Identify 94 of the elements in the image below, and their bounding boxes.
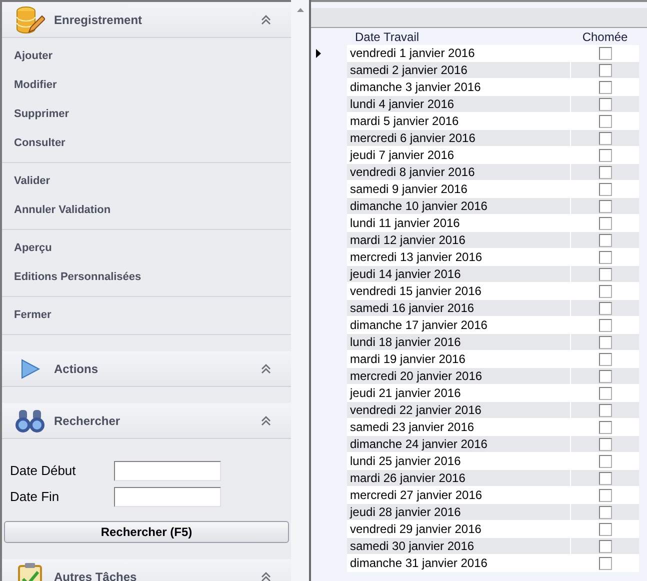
table-cell: dimanche 31 janvier 2016 bbox=[347, 555, 571, 572]
menu-item[interactable]: Consulter bbox=[14, 135, 66, 152]
table-cell: dimanche 3 janvier 2016 bbox=[347, 79, 571, 96]
table-cell: jeudi 14 janvier 2016 bbox=[347, 266, 571, 283]
table-cell: jeudi 7 janvier 2016 bbox=[347, 147, 571, 164]
checkbox[interactable] bbox=[598, 132, 612, 144]
checkbox[interactable] bbox=[598, 148, 612, 162]
field-label: Date Fin bbox=[10, 488, 60, 506]
table-cell: lundi 4 janvier 2016 bbox=[347, 96, 571, 113]
checkbox[interactable] bbox=[598, 302, 612, 314]
collapse-icon[interactable] bbox=[261, 572, 271, 581]
checkbox[interactable] bbox=[598, 488, 612, 502]
checkbox[interactable] bbox=[598, 540, 612, 552]
table-cell: mercredi 6 janvier 2016 bbox=[347, 130, 571, 147]
table-cell: dimanche 17 janvier 2016 bbox=[347, 317, 571, 334]
table-cell: mercredi 20 janvier 2016 bbox=[347, 368, 571, 385]
table-cell: vendredi 8 janvier 2016 bbox=[347, 164, 571, 181]
checkbox[interactable] bbox=[598, 404, 612, 416]
checkbox[interactable] bbox=[598, 522, 612, 536]
section-header[interactable]: Enregistrement bbox=[2, 2, 291, 38]
checkbox[interactable] bbox=[598, 268, 612, 280]
table-cell: mercredi 27 janvier 2016 bbox=[347, 487, 571, 504]
table-cell: samedi 16 janvier 2016 bbox=[347, 300, 571, 317]
checkbox[interactable] bbox=[598, 114, 612, 128]
table-cell: lundi 25 janvier 2016 bbox=[347, 453, 571, 470]
checkbox[interactable] bbox=[598, 420, 612, 434]
section-header[interactable]: Autres Tâches bbox=[2, 559, 291, 581]
checkbox[interactable] bbox=[598, 250, 612, 264]
column-header[interactable]: Chomée bbox=[571, 28, 639, 46]
menu-item[interactable]: Valider bbox=[14, 173, 50, 190]
checkbox[interactable] bbox=[598, 216, 612, 230]
table-cell: samedi 9 janvier 2016 bbox=[347, 181, 571, 198]
database-pencil-icon bbox=[15, 4, 45, 34]
checkbox[interactable] bbox=[598, 98, 612, 110]
table-cell: jeudi 21 janvier 2016 bbox=[347, 385, 571, 402]
table-cell: jeudi 28 janvier 2016 bbox=[347, 504, 571, 521]
table-cell: vendredi 1 janvier 2016 bbox=[347, 45, 571, 62]
collapse-icon[interactable] bbox=[261, 416, 271, 426]
date-input[interactable] bbox=[114, 487, 221, 507]
collapse-icon[interactable] bbox=[261, 14, 271, 24]
table-cell: mardi 12 janvier 2016 bbox=[347, 232, 571, 249]
checkbox[interactable] bbox=[598, 506, 612, 518]
checkbox[interactable] bbox=[598, 64, 612, 76]
table-cell: samedi 30 janvier 2016 bbox=[347, 538, 571, 555]
section-header[interactable]: Actions bbox=[2, 351, 291, 387]
menu-item[interactable]: Aperçu bbox=[14, 240, 52, 257]
menu-item[interactable]: Supprimer bbox=[14, 106, 70, 123]
menu-item[interactable]: Annuler Validation bbox=[14, 202, 111, 219]
scroll-up-icon[interactable] bbox=[296, 8, 304, 12]
date-input[interactable] bbox=[114, 461, 221, 481]
table-cell: vendredi 22 janvier 2016 bbox=[347, 402, 571, 419]
checkbox[interactable] bbox=[598, 318, 612, 332]
table-cell: mercredi 13 janvier 2016 bbox=[347, 249, 571, 266]
search-button[interactable]: Rechercher (F5) bbox=[4, 521, 289, 543]
checkbox[interactable] bbox=[598, 284, 612, 298]
table-cell: lundi 18 janvier 2016 bbox=[347, 334, 571, 351]
table-cell: mardi 5 janvier 2016 bbox=[347, 113, 571, 130]
table-cell: samedi 23 janvier 2016 bbox=[347, 419, 571, 436]
table-cell: dimanche 24 janvier 2016 bbox=[347, 436, 571, 453]
section-title: Autres Tâches bbox=[54, 568, 138, 581]
play-icon bbox=[19, 358, 41, 380]
table-cell: mardi 26 janvier 2016 bbox=[347, 470, 571, 487]
menu-item[interactable]: Modifier bbox=[14, 77, 57, 94]
binoculars-icon bbox=[14, 408, 46, 434]
section-title: Rechercher bbox=[54, 412, 122, 430]
checkbox[interactable] bbox=[598, 200, 612, 212]
checkbox[interactable] bbox=[598, 46, 612, 60]
table-cell: samedi 2 janvier 2016 bbox=[347, 62, 571, 79]
checkbox[interactable] bbox=[598, 352, 612, 366]
checkbox[interactable] bbox=[598, 454, 612, 468]
collapse-icon[interactable] bbox=[261, 364, 271, 374]
section-title: Actions bbox=[54, 360, 100, 378]
menu-item[interactable]: Editions Personnalisées bbox=[14, 269, 142, 286]
checkbox[interactable] bbox=[598, 166, 612, 178]
checkbox[interactable] bbox=[598, 234, 612, 246]
checkbox[interactable] bbox=[598, 80, 612, 94]
table-cell: dimanche 10 janvier 2016 bbox=[347, 198, 571, 215]
checkbox[interactable] bbox=[598, 370, 612, 382]
checkbox[interactable] bbox=[598, 438, 612, 450]
checkbox[interactable] bbox=[598, 182, 612, 196]
menu-item[interactable]: Fermer bbox=[14, 307, 52, 324]
checkbox[interactable] bbox=[598, 472, 612, 484]
section-header[interactable]: Rechercher bbox=[2, 403, 291, 439]
table-cell: vendredi 29 janvier 2016 bbox=[347, 521, 571, 538]
checkbox[interactable] bbox=[598, 336, 612, 348]
table-cell: lundi 11 janvier 2016 bbox=[347, 215, 571, 232]
section-title: Enregistrement bbox=[54, 12, 144, 28]
table-cell: mardi 19 janvier 2016 bbox=[347, 351, 571, 368]
table-cell: vendredi 15 janvier 2016 bbox=[347, 283, 571, 300]
checkbox[interactable] bbox=[598, 556, 612, 570]
checkbox[interactable] bbox=[598, 386, 612, 400]
menu-item[interactable]: Ajouter bbox=[14, 48, 52, 65]
field-label: Date Début bbox=[10, 462, 77, 480]
column-header[interactable]: Date Travail bbox=[347, 28, 571, 46]
